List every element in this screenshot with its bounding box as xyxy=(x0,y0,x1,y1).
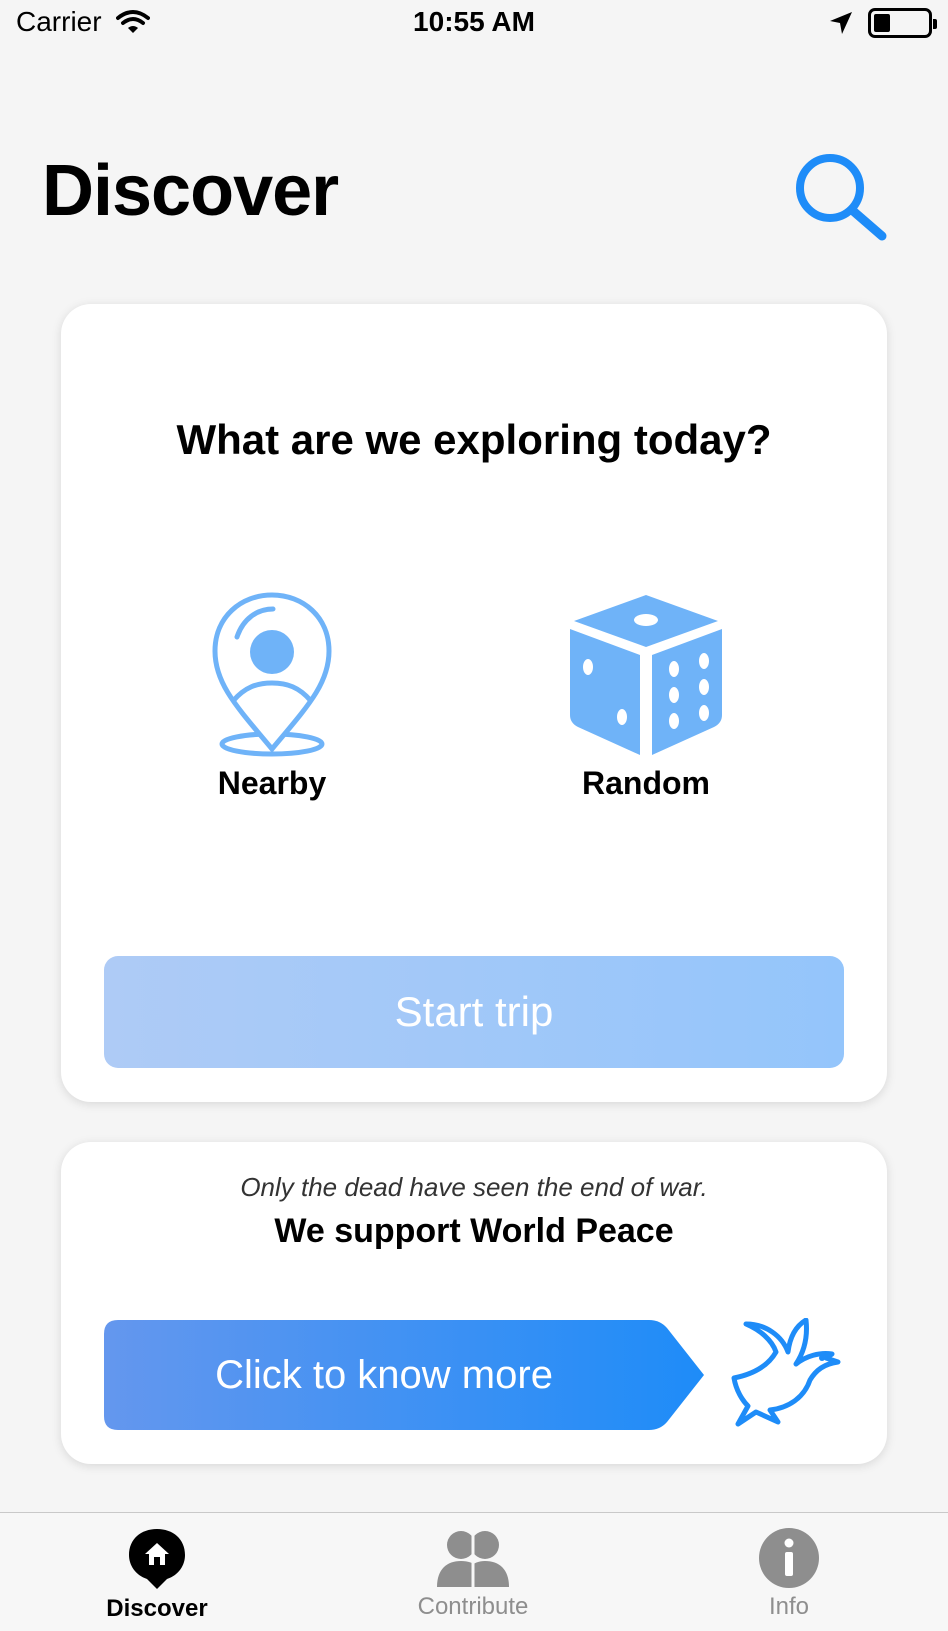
know-more-label: Click to know more xyxy=(215,1352,553,1397)
tab-discover[interactable]: Discover xyxy=(57,1527,257,1623)
status-bar: Carrier 10:55 AM xyxy=(0,0,948,48)
peace-heading: We support World Peace xyxy=(274,1212,674,1250)
search-button[interactable] xyxy=(790,148,890,248)
people-icon xyxy=(437,1531,509,1587)
know-more-button[interactable]: Click to know more xyxy=(104,1320,704,1430)
info-icon xyxy=(759,1528,819,1588)
start-trip-button[interactable]: Start trip xyxy=(104,956,844,1068)
tab-discover-label: Discover xyxy=(106,1595,208,1622)
tab-contribute-label: Contribute xyxy=(417,1593,529,1620)
status-time: 10:55 AM xyxy=(413,6,535,37)
nearby-option[interactable]: Nearby xyxy=(172,589,372,802)
tab-contribute[interactable]: Contribute xyxy=(373,1527,573,1621)
explore-card: What are we exploring today? Nearby Rand… xyxy=(61,304,887,1102)
random-label: Random xyxy=(582,765,710,801)
dove-icon xyxy=(731,1318,841,1427)
explore-heading: What are we exploring today? xyxy=(176,416,772,463)
peace-quote: Only the dead have seen the end of war. xyxy=(240,1172,708,1202)
tab-info-label: Info xyxy=(768,1593,810,1620)
status-right xyxy=(828,8,937,38)
location-pin-icon xyxy=(212,592,332,757)
random-option[interactable]: Random xyxy=(546,589,746,802)
search-icon xyxy=(796,154,887,241)
tab-bar: Discover Contribute Info xyxy=(0,1512,948,1631)
discover-pin-icon xyxy=(129,1529,185,1589)
page-title: Discover xyxy=(42,151,339,231)
nearby-label: Nearby xyxy=(217,765,327,801)
dice-icon xyxy=(570,595,722,755)
peace-card: Only the dead have seen the end of war. … xyxy=(61,1142,887,1464)
tab-info[interactable]: Info xyxy=(689,1527,889,1621)
battery-icon xyxy=(868,8,937,38)
location-arrow-icon xyxy=(830,12,852,34)
